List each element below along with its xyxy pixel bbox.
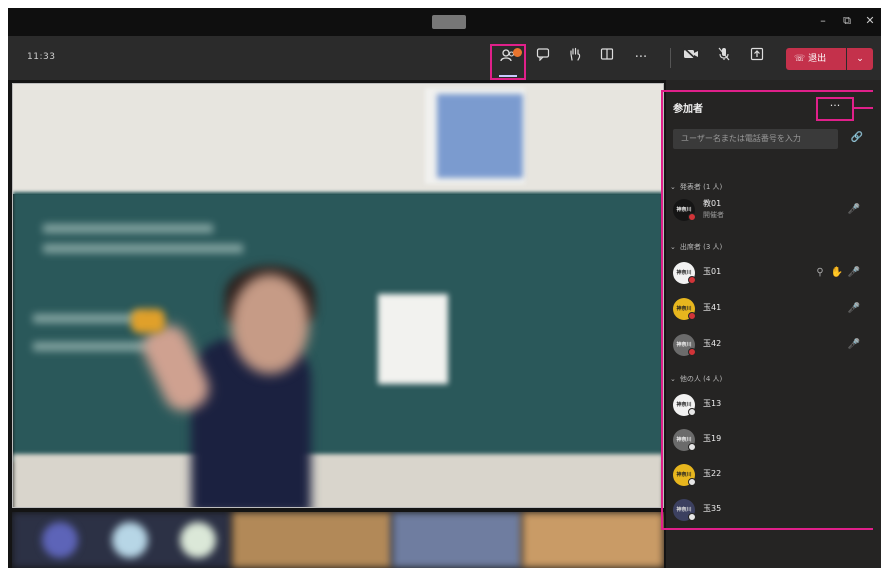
mic-off-icon: 🎤 xyxy=(847,303,861,314)
chevron-down-icon: ⌄ xyxy=(670,183,676,191)
participant-thumbnail[interactable] xyxy=(232,512,392,568)
pin-icon[interactable]: ⚲ xyxy=(813,266,827,280)
chat-glyph xyxy=(536,48,550,62)
leave-options-chevron-icon[interactable]: ⌄ xyxy=(847,48,873,70)
presence-badge xyxy=(688,513,696,521)
classroom-wall xyxy=(13,84,663,194)
participant-name: 玉19 xyxy=(703,434,722,443)
teaching-prop xyxy=(131,309,165,333)
participant-row[interactable]: 神奈川 玉01 ⚲ ✋ 🎤 xyxy=(673,261,863,285)
presence-badge xyxy=(688,276,696,284)
participant-row[interactable]: 神奈川 玉22 xyxy=(673,463,863,487)
camera-off-icon[interactable] xyxy=(680,47,702,69)
participant-name: 玉41 xyxy=(703,303,722,312)
mic-off-icon: 🎤 xyxy=(847,339,861,350)
more-options-highlight xyxy=(816,97,854,121)
participant-role: 開催者 xyxy=(703,211,724,219)
callout-pointer xyxy=(854,107,873,109)
participant-name: 玉42 xyxy=(703,339,722,348)
section-label: 発表者 (1 人) xyxy=(679,183,723,191)
section-label: 出席者 (3 人) xyxy=(679,243,723,251)
participant-thumbnail[interactable] xyxy=(42,522,78,558)
panel-title: 参加者 xyxy=(673,104,703,115)
participant-row[interactable]: 神奈川 玉42 🎤 xyxy=(673,333,863,357)
camera-glyph xyxy=(683,47,698,61)
mic-off-icon: 🎤 xyxy=(847,204,861,215)
wall-poster xyxy=(437,94,523,178)
board-writing xyxy=(43,244,243,253)
board-writing xyxy=(43,224,213,233)
rooms-icon[interactable] xyxy=(596,47,618,69)
participant-thumbnail[interactable] xyxy=(522,512,664,568)
section-attendees[interactable]: ⌄ 出席者 (3 人) xyxy=(670,242,722,252)
share-screen-icon[interactable] xyxy=(746,47,768,69)
participant-row[interactable]: 神奈川 玉19 xyxy=(673,428,863,452)
presence-badge xyxy=(688,408,696,416)
chat-icon[interactable] xyxy=(532,47,554,69)
title-bar: – ⧉ ✕ xyxy=(8,8,881,36)
participant-thumbnail[interactable] xyxy=(392,512,522,568)
presence-badge xyxy=(688,478,696,486)
raised-hand-icon: ✋ xyxy=(830,267,844,278)
participant-name: 玉01 xyxy=(703,267,722,276)
leave-label: 退出 xyxy=(808,54,827,64)
thumbnail-strip xyxy=(12,512,664,568)
share-invite-icon[interactable]: 🔗 xyxy=(850,131,864,145)
section-others[interactable]: ⌄ 他の人 (4 人) xyxy=(670,374,722,384)
restore-icon[interactable]: ⧉ xyxy=(838,13,856,29)
classroom-floor xyxy=(13,454,663,507)
chevron-down-icon: ⌄ xyxy=(670,375,676,383)
main-video-feed xyxy=(12,83,664,508)
participant-row[interactable]: 神奈川 教01 開催者 🎤 xyxy=(673,198,863,222)
phone-hangup-icon: ☏ xyxy=(794,54,806,64)
presence-badge xyxy=(688,312,696,320)
board-paper xyxy=(378,294,448,384)
window-title-redacted xyxy=(432,15,466,29)
participant-thumbnail[interactable] xyxy=(180,522,216,558)
share-glyph xyxy=(750,47,764,61)
participant-row[interactable]: 神奈川 玉35 xyxy=(673,498,863,522)
chevron-down-icon: ⌄ xyxy=(670,243,676,251)
close-icon[interactable]: ✕ xyxy=(861,13,879,29)
hand-glyph xyxy=(570,47,581,61)
meeting-timer: 11:33 xyxy=(27,52,56,62)
participant-name: 玉13 xyxy=(703,399,722,408)
meeting-toolbar: 11:33 ··· ☏ 退出 ⌄ xyxy=(8,36,881,80)
board-writing xyxy=(33,314,143,323)
mic-off-icon[interactable] xyxy=(713,47,735,69)
people-button-highlight xyxy=(490,44,526,80)
mic-glyph xyxy=(718,47,730,61)
section-label: 他の人 (4 人) xyxy=(679,375,723,383)
rooms-glyph xyxy=(600,48,614,60)
video-stage xyxy=(8,80,666,568)
participant-row[interactable]: 神奈川 玉13 xyxy=(673,393,863,417)
leave-button[interactable]: ☏ 退出 xyxy=(786,48,846,70)
teacher-face xyxy=(231,274,309,374)
participant-thumbnail[interactable] xyxy=(112,522,148,558)
participant-name: 玉22 xyxy=(703,469,722,478)
mic-off-icon: 🎤 xyxy=(847,267,861,278)
participant-row[interactable]: 神奈川 玉41 🎤 xyxy=(673,297,863,321)
section-presenters[interactable]: ⌄ 発表者 (1 人) xyxy=(670,182,722,192)
presence-badge xyxy=(688,443,696,451)
presence-badge xyxy=(688,348,696,356)
raise-hand-icon[interactable] xyxy=(564,47,586,69)
toolbar-divider xyxy=(670,48,671,68)
participant-name: 玉35 xyxy=(703,504,722,513)
minimize-icon[interactable]: – xyxy=(814,13,832,29)
participant-name: 教01 xyxy=(703,199,722,208)
more-actions-icon[interactable]: ··· xyxy=(630,47,652,69)
participant-search-input[interactable]: ユーザー名または電話番号を入力 xyxy=(673,129,838,149)
presence-badge xyxy=(688,213,696,221)
